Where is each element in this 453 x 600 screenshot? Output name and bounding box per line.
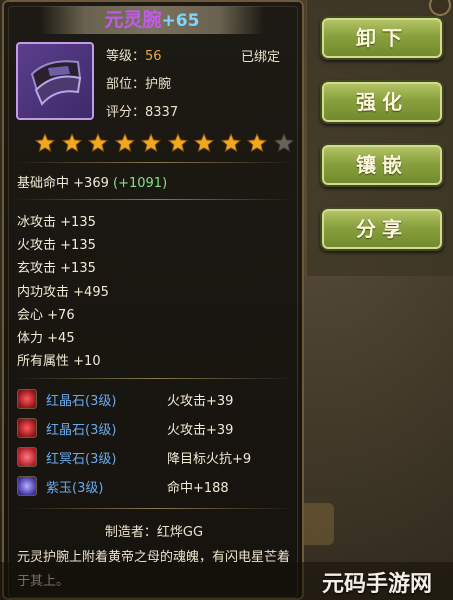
- item-title-bar: 元灵腕+65: [40, 6, 264, 34]
- attribute-row: 会心 +76: [17, 308, 75, 323]
- red-netherstone-icon: [17, 447, 37, 467]
- gem-name: 紫玉(3级): [46, 481, 104, 496]
- divider: [14, 199, 296, 200]
- gem-row: 红晶石(3级) 火攻击+39: [14, 388, 294, 410]
- gem-name: 红晶石(3级): [46, 423, 117, 438]
- divider: [14, 508, 296, 509]
- slot-label: 部位：: [106, 77, 146, 92]
- inlay-button[interactable]: 镶嵌: [320, 143, 444, 187]
- base-hit-bonus: (+1091): [113, 176, 168, 191]
- unequip-button[interactable]: 卸下: [320, 16, 444, 60]
- star-filled-icon: [220, 132, 241, 153]
- attribute-row: 玄攻击 +135: [17, 261, 96, 276]
- score-value: 8337: [145, 105, 179, 120]
- purple-jade-icon: [17, 476, 37, 496]
- gem-name: 红晶石(3级): [46, 394, 117, 409]
- slot-row: 部位：护腕: [106, 73, 171, 92]
- gem-row: 红晶石(3级) 火攻击+39: [14, 417, 294, 439]
- gem-row: 紫玉(3级) 命中+188: [14, 475, 294, 497]
- star-filled-icon: [114, 132, 135, 153]
- star-filled-icon: [140, 132, 162, 153]
- attribute-row: 体力 +45: [17, 331, 75, 346]
- divider: [14, 378, 296, 379]
- level-label: 等级：: [106, 49, 146, 64]
- divider: [14, 162, 296, 163]
- red-crystal-icon: [17, 418, 37, 438]
- gem-row: 红冥石(3级) 降目标火抗+9: [14, 446, 294, 468]
- enhance-button[interactable]: 强化: [320, 80, 444, 124]
- base-hit-label: 基础命中: [17, 176, 70, 191]
- attribute-row: 内功攻击 +495: [17, 285, 109, 300]
- star-filled-icon: [34, 132, 56, 153]
- gem-name: 红冥石(3级): [46, 452, 117, 467]
- gem-stat: 命中+188: [167, 481, 229, 496]
- gem-stat: 火攻击+39: [167, 423, 234, 438]
- score-row: 评分：8337: [106, 101, 178, 120]
- bracer-icon: [16, 42, 94, 120]
- share-button[interactable]: 分享: [320, 207, 444, 251]
- star-filled-icon: [246, 132, 268, 153]
- item-name: 元灵腕: [104, 9, 162, 31]
- gem-stat: 火攻击+39: [167, 394, 234, 409]
- base-hit-value: +369: [73, 176, 109, 191]
- gem-stat: 降目标火抗+9: [167, 452, 252, 467]
- red-crystal-icon: [17, 389, 37, 409]
- base-hit-row: 基础命中 +369 (+1091): [17, 172, 167, 191]
- item-enhance-level: +65: [161, 11, 200, 31]
- maker-line: 制造者：红烨GG: [104, 525, 204, 540]
- level-value: 56: [145, 49, 162, 64]
- level-row: 等级：56: [106, 45, 162, 64]
- star-filled-icon: [87, 132, 109, 153]
- star-filled-icon: [61, 132, 82, 153]
- star-empty-icon: [273, 132, 294, 153]
- star-filled-icon: [167, 132, 188, 153]
- score-label: 评分：: [106, 105, 146, 120]
- item-tooltip-panel: 元灵腕+65 等级：56 已绑定 部位：护腕 评分：8337 基础命中 +369…: [2, 0, 304, 600]
- watermark: 元码手游网: [322, 572, 433, 597]
- attribute-row: 冰攻击 +135: [17, 215, 96, 230]
- attribute-row: 火攻击 +135: [17, 238, 96, 253]
- slot-value: 护腕: [145, 77, 172, 92]
- bound-status: 已绑定: [241, 50, 281, 65]
- star-filled-icon: [193, 132, 215, 153]
- attribute-row: 所有属性 +10: [17, 354, 101, 369]
